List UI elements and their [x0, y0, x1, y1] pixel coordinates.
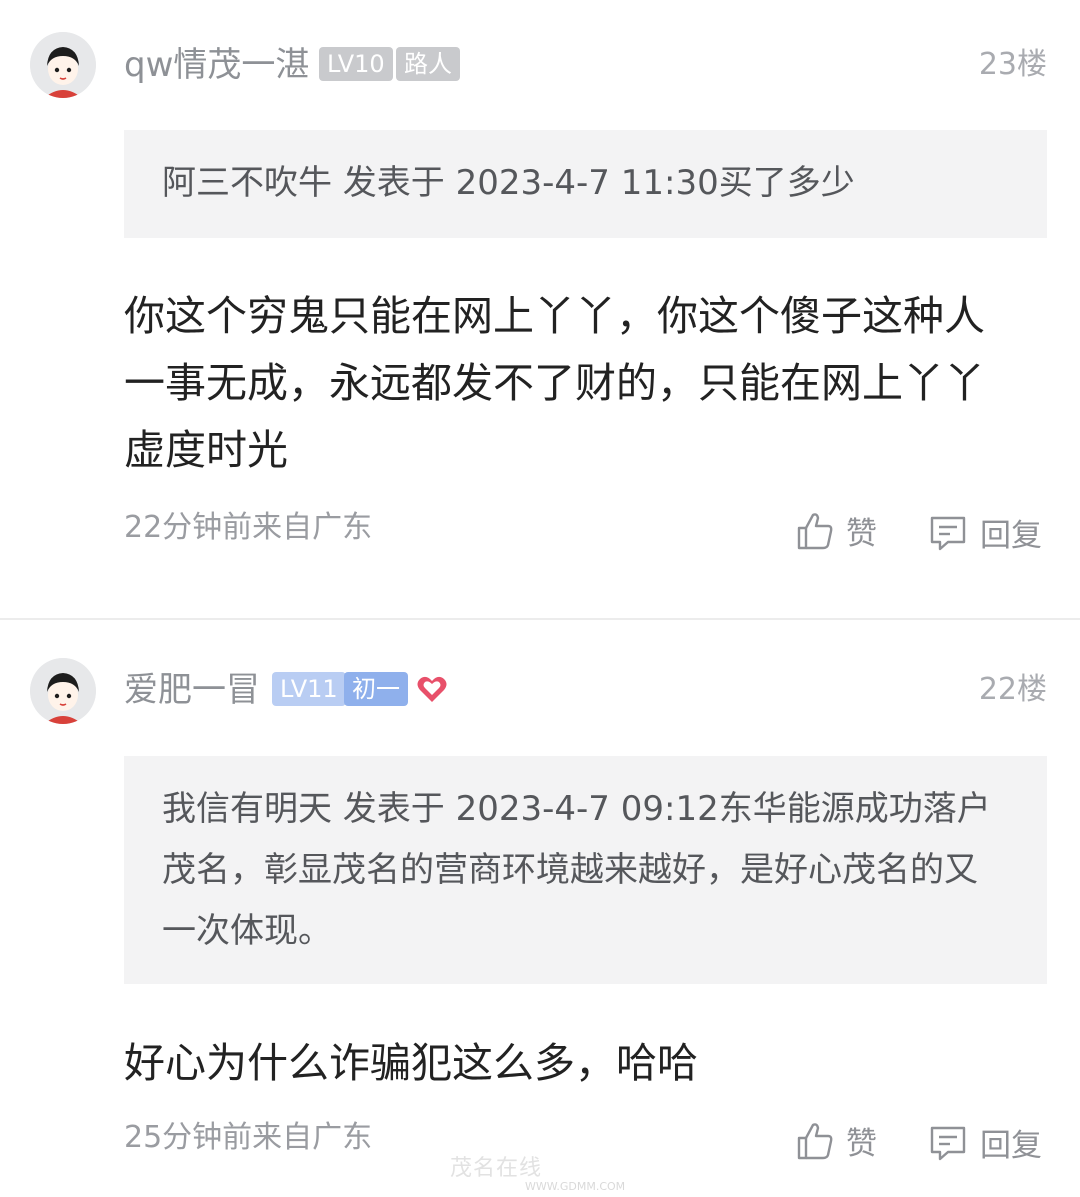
avatar[interactable] — [30, 658, 96, 724]
like-label: 赞 — [846, 1126, 877, 1162]
reply-label: 回复 — [980, 1128, 1042, 1164]
like-label: 赞 — [846, 516, 877, 552]
reply-button[interactable]: 回复 — [928, 1120, 1042, 1165]
username[interactable]: 爱肥一冒 — [124, 670, 260, 710]
floor-number: 23楼 — [978, 47, 1047, 82]
reply-label: 回复 — [980, 518, 1042, 554]
like-button[interactable]: 赞 — [796, 508, 877, 553]
thumbs-up-icon — [797, 512, 833, 549]
comment-icon — [930, 516, 966, 550]
avatar[interactable] — [30, 32, 96, 98]
comment-meta: 22分钟前来自广东 — [124, 510, 373, 545]
reply-button[interactable]: 回复 — [928, 510, 1042, 555]
comment-content: 好心为什么诈骗犯这么多，哈哈 — [124, 1039, 698, 1087]
quoted-comment[interactable]: 阿三不吹牛 发表于 2023-4-7 11:30买了多少 — [124, 130, 1047, 238]
title-badge: 路人 — [396, 47, 460, 81]
divider — [0, 618, 1080, 620]
level-badge: LV10 — [319, 47, 393, 81]
comment-icon — [930, 1126, 966, 1160]
quoted-comment[interactable]: 我信有明天 发表于 2023-4-7 09:12东华能源成功落户茂名，彰显茂名的… — [124, 756, 1047, 984]
like-button[interactable]: 赞 — [796, 1118, 877, 1163]
floor-number: 22楼 — [978, 672, 1047, 707]
comment-content: 你这个穷鬼只能在网上丫丫，你这个傻子这种人一事无成，永远都发不了财的，只能在网上… — [124, 292, 985, 474]
title-badge: 初一 — [344, 672, 408, 706]
comment-meta: 25分钟前来自广东 — [124, 1120, 373, 1155]
heart-icon — [416, 674, 448, 708]
level-badge: LV11 — [272, 672, 346, 706]
thumbs-up-icon — [797, 1122, 833, 1159]
username[interactable]: qw情茂一湛 — [124, 45, 309, 85]
site-watermark: 茂名在线 — [450, 1156, 543, 1181]
site-watermark-url: WWW.GDMM.COM — [525, 1180, 626, 1193]
